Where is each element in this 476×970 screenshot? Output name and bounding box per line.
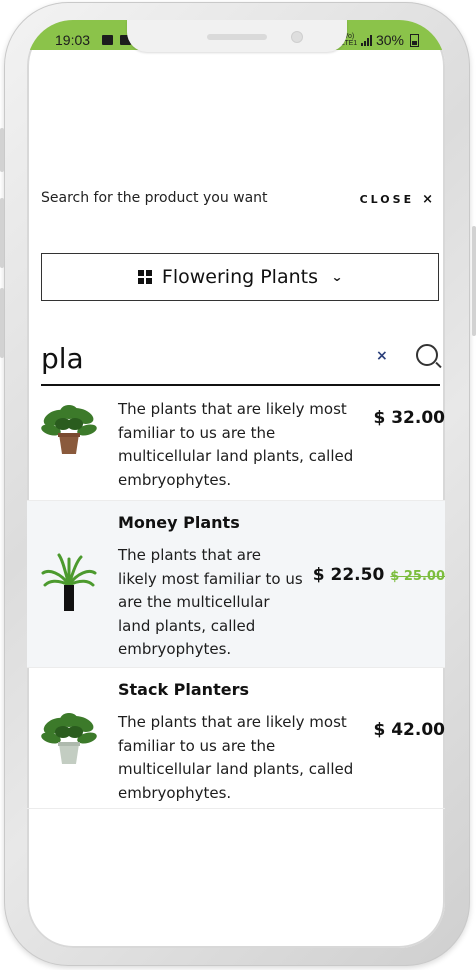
current-price: $ 22.50 — [312, 565, 385, 585]
result-price: $ 22.50 $ 25.00 — [313, 565, 445, 585]
result-price: $ 32.00 — [373, 408, 445, 428]
side-button — [0, 128, 4, 172]
gallery-icon — [102, 35, 113, 45]
battery-level: 30% — [375, 32, 404, 48]
result-description: The plants that are likely most familiar… — [118, 546, 303, 658]
result-price: $ 42.00 — [373, 720, 445, 740]
result-description: The plants that are likely most familiar… — [118, 713, 354, 802]
search-input[interactable] — [41, 338, 341, 378]
chevron-down-icon: ⌄ — [330, 270, 344, 284]
results-list: The plants that are likely most familiar… — [27, 390, 445, 809]
signal-icon — [360, 34, 372, 46]
result-name: Money Plants — [118, 513, 240, 532]
front-camera — [291, 31, 303, 43]
close-icon: × — [422, 192, 433, 207]
plant-thumbnail — [41, 713, 97, 764]
app-screen: 19:03 Vo) LTE1 30% Search for the produc… — [27, 20, 445, 948]
power-button — [472, 226, 476, 336]
plant-thumbnail — [41, 553, 97, 611]
result-description: The plants that are likely most familiar… — [118, 400, 354, 489]
volume-button — [0, 198, 4, 268]
list-item[interactable]: Stack Planters The plants that are likel… — [27, 668, 445, 809]
result-name: Stack Planters — [118, 680, 249, 699]
result-info: The plants that are likely most familiar… — [118, 398, 366, 492]
phone-notch — [127, 20, 347, 52]
search-title: Search for the product you want — [41, 190, 268, 206]
result-info: Money Plants The plants that are likely … — [118, 513, 366, 662]
clear-icon[interactable]: × — [376, 348, 388, 364]
current-price: $ 32.00 — [373, 408, 445, 428]
category-label: Flowering Plants — [161, 266, 318, 288]
result-info: Stack Planters The plants that are likel… — [118, 680, 366, 805]
grid-icon — [137, 270, 152, 284]
list-item[interactable]: The plants that are likely most familiar… — [27, 390, 445, 501]
list-item[interactable]: Money Plants The plants that are likely … — [27, 501, 445, 668]
speaker-grille — [207, 34, 267, 40]
volume-button — [0, 288, 4, 358]
status-indicators: Vo) LTE1 30% — [341, 32, 419, 48]
original-price: $ 25.00 — [390, 569, 445, 584]
current-price: $ 42.00 — [373, 720, 445, 740]
close-label: CLOSE — [359, 193, 415, 206]
plant-thumbnail — [41, 405, 97, 454]
search-icon[interactable] — [416, 344, 438, 366]
category-dropdown[interactable]: Flowering Plants ⌄ — [41, 253, 439, 301]
search-bar: × — [41, 336, 440, 386]
status-time: 19:03 — [55, 32, 91, 48]
battery-icon — [410, 33, 419, 47]
close-button[interactable]: CLOSE × — [360, 192, 433, 207]
